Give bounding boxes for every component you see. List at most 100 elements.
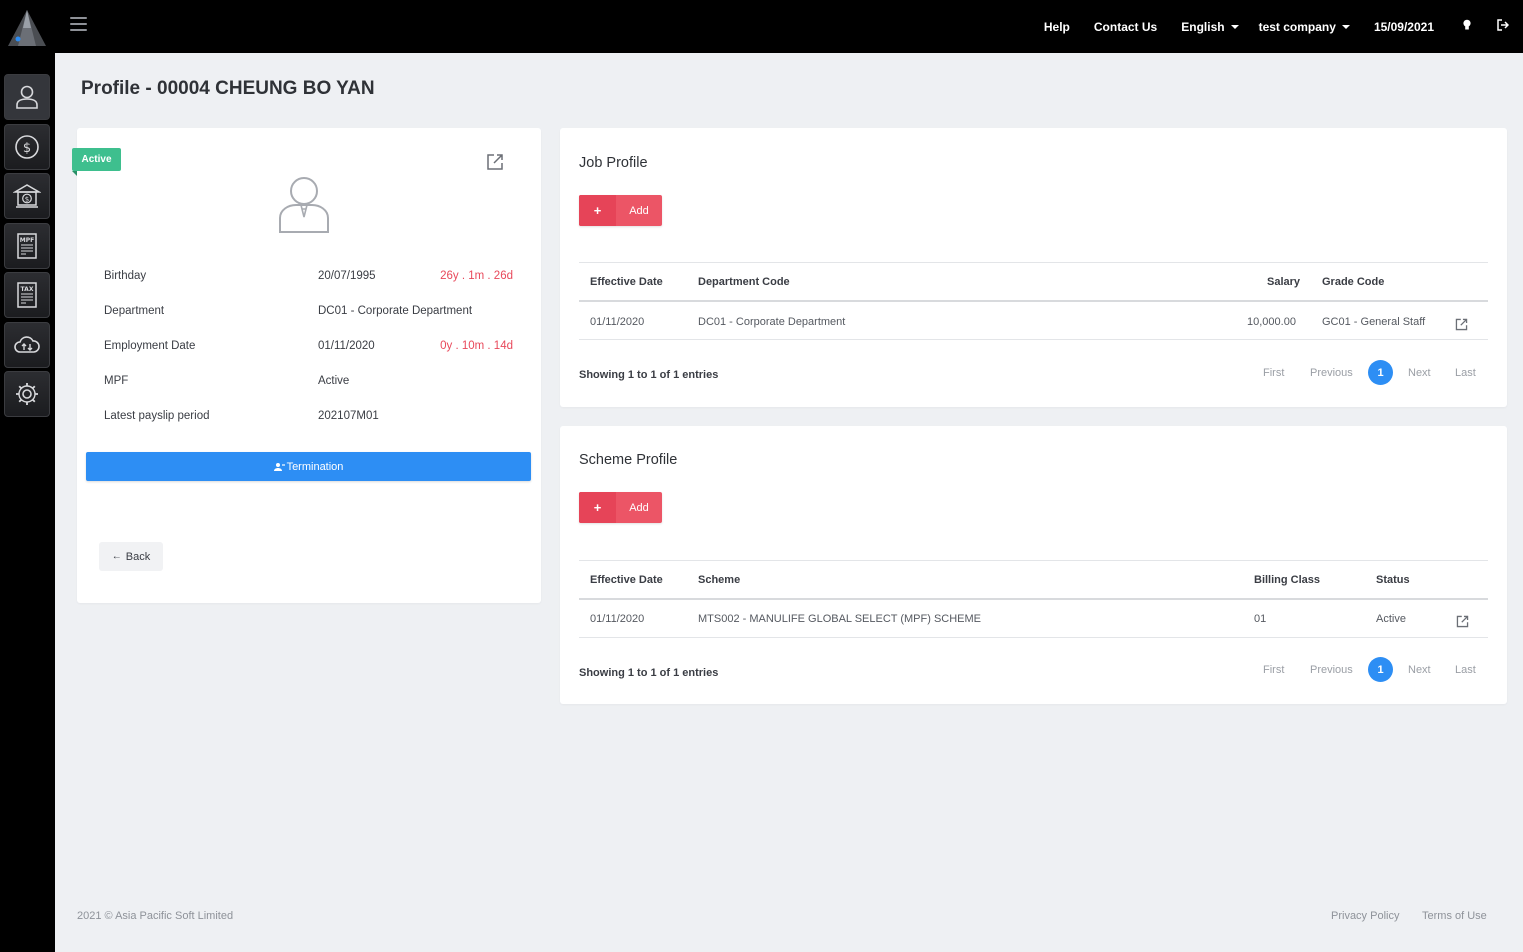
pagination-next[interactable]: Next bbox=[1408, 367, 1431, 379]
contact-us-link[interactable]: Contact Us bbox=[1094, 20, 1157, 34]
sidebar-item-cloud-sync[interactable] bbox=[4, 322, 50, 368]
column-header-status[interactable]: Status bbox=[1376, 574, 1410, 586]
termination-button[interactable]: Termination bbox=[86, 452, 531, 481]
department-cell: DC01 - Corporate Department bbox=[698, 316, 846, 328]
table-header-border bbox=[579, 598, 1488, 600]
logout-icon[interactable] bbox=[1496, 19, 1510, 34]
employee-icon bbox=[16, 85, 38, 109]
sidebar-item-settings[interactable] bbox=[4, 371, 50, 417]
pagination-page-1[interactable]: 1 bbox=[1368, 360, 1393, 385]
pagination-page-1[interactable]: 1 bbox=[1368, 657, 1393, 682]
external-link-icon[interactable] bbox=[1455, 318, 1468, 331]
svg-text:MPF: MPF bbox=[20, 237, 34, 244]
bank-icon: $ bbox=[13, 184, 41, 208]
add-scheme-profile-button[interactable]: + Add bbox=[579, 492, 662, 523]
table-header-border bbox=[579, 300, 1488, 302]
svg-text:$: $ bbox=[25, 196, 29, 204]
current-date: 15/09/2021 bbox=[1373, 19, 1434, 34]
department-value: DC01 - Corporate Department bbox=[318, 305, 473, 317]
scheme-profile-card bbox=[560, 426, 1507, 704]
table-top-border bbox=[579, 262, 1488, 263]
pagination-first[interactable]: First bbox=[1263, 664, 1284, 676]
effective-date-cell: 01/11/2020 bbox=[590, 316, 645, 328]
status-cell: Active bbox=[1376, 613, 1406, 625]
company-label: test company bbox=[1258, 19, 1336, 34]
back-label: Back bbox=[125, 550, 151, 563]
terms-of-use-link[interactable]: Terms of Use bbox=[1422, 910, 1487, 922]
cloud-sync-icon bbox=[14, 336, 40, 353]
pagination-previous[interactable]: Previous bbox=[1310, 367, 1353, 379]
scheme-cell: MTS002 - MANULIFE GLOBAL SELECT (MPF) SC… bbox=[698, 613, 982, 625]
sidebar-item-employee[interactable] bbox=[4, 74, 50, 120]
effective-date-cell: 01/11/2020 bbox=[590, 613, 645, 625]
svg-text:$: $ bbox=[23, 141, 31, 156]
sidebar-item-bank[interactable]: $ bbox=[4, 173, 50, 219]
lightbulb-icon[interactable] bbox=[1462, 19, 1472, 34]
sidebar-item-payroll[interactable]: $ bbox=[4, 124, 50, 170]
table-bottom-border bbox=[579, 339, 1488, 340]
department-label: Department bbox=[104, 305, 165, 317]
column-header-department-code[interactable]: Department Code bbox=[698, 276, 790, 288]
settings-icon bbox=[16, 383, 38, 405]
tax-icon: TAX bbox=[17, 282, 37, 308]
termination-label: Termination bbox=[286, 460, 344, 473]
billing-class-cell: 01 bbox=[1254, 613, 1267, 625]
mpf-icon: MPF bbox=[17, 233, 37, 259]
column-header-billing-class[interactable]: Billing Class bbox=[1254, 574, 1320, 586]
job-profile-title: Job Profile bbox=[579, 155, 648, 171]
top-nav-items: Help Contact Us English test company 15/… bbox=[1044, 0, 1523, 53]
chevron-down-icon bbox=[1341, 25, 1350, 30]
language-dropdown[interactable]: English bbox=[1181, 19, 1239, 34]
privacy-policy-link[interactable]: Privacy Policy bbox=[1331, 910, 1399, 922]
birthday-label: Birthday bbox=[104, 270, 147, 282]
back-button[interactable]: ← Back bbox=[99, 542, 163, 571]
payroll-icon: $ bbox=[15, 135, 39, 159]
avatar bbox=[279, 177, 329, 233]
pagination-next[interactable]: Next bbox=[1408, 664, 1431, 676]
pagination-last[interactable]: Last bbox=[1455, 664, 1476, 676]
column-header-scheme[interactable]: Scheme bbox=[698, 574, 740, 586]
footer-copyright: 2021 © Asia Pacific Soft Limited bbox=[77, 910, 234, 922]
birthday-value: 20/07/1995 bbox=[318, 270, 376, 282]
latest-payslip-value: 202107M01 bbox=[318, 410, 379, 422]
age-value: 26y . 1m . 26d bbox=[440, 270, 513, 282]
user-remove-icon bbox=[273, 462, 285, 471]
pagination-last[interactable]: Last bbox=[1455, 367, 1476, 379]
arrow-left-icon: ← bbox=[111, 551, 122, 562]
column-header-grade-code[interactable]: Grade Code bbox=[1322, 276, 1384, 288]
column-header-effective-date[interactable]: Effective Date bbox=[590, 276, 663, 288]
sidebar-item-tax[interactable]: TAX bbox=[4, 272, 50, 318]
scheme-profile-title: Scheme Profile bbox=[579, 452, 678, 468]
help-link[interactable]: Help bbox=[1044, 20, 1070, 34]
add-job-profile-button[interactable]: + Add bbox=[579, 195, 662, 226]
grade-cell: GC01 - General Staff bbox=[1322, 316, 1426, 328]
status-badge: Active bbox=[72, 148, 121, 176]
plus-icon: + bbox=[579, 492, 616, 523]
entries-info: Showing 1 to 1 of 1 entries bbox=[579, 667, 719, 679]
plus-icon: + bbox=[579, 195, 616, 226]
latest-payslip-label: Latest payslip period bbox=[104, 410, 210, 422]
employment-date-value: 01/11/2020 bbox=[318, 340, 375, 352]
external-link-icon[interactable] bbox=[486, 153, 504, 171]
pagination-first[interactable]: First bbox=[1263, 367, 1284, 379]
svg-text:TAX: TAX bbox=[21, 286, 34, 293]
external-link-icon[interactable] bbox=[1456, 615, 1469, 628]
entries-info: Showing 1 to 1 of 1 entries bbox=[579, 369, 719, 381]
sidebar-item-mpf[interactable]: MPF bbox=[4, 223, 50, 269]
sidebar: $ $ MPF TAX bbox=[0, 53, 55, 952]
hamburger-icon[interactable] bbox=[70, 17, 88, 33]
top-navbar: Help Contact Us English test company 15/… bbox=[0, 0, 1523, 53]
table-bottom-border bbox=[579, 637, 1488, 638]
mpf-label: MPF bbox=[104, 375, 129, 387]
column-header-salary[interactable]: Salary bbox=[1267, 276, 1300, 288]
column-header-effective-date[interactable]: Effective Date bbox=[590, 574, 663, 586]
company-dropdown[interactable]: test company bbox=[1259, 20, 1350, 34]
app-logo[interactable] bbox=[6, 6, 48, 48]
pagination-previous[interactable]: Previous bbox=[1310, 664, 1353, 676]
add-label: Add bbox=[629, 204, 649, 217]
mpf-value: Active bbox=[318, 375, 350, 387]
salary-cell: 10,000.00 bbox=[1247, 316, 1296, 328]
service-length-value: 0y . 10m . 14d bbox=[440, 340, 513, 352]
language-label: English bbox=[1181, 19, 1225, 34]
page-title: Profile - 00004 CHEUNG BO YAN bbox=[81, 78, 375, 99]
